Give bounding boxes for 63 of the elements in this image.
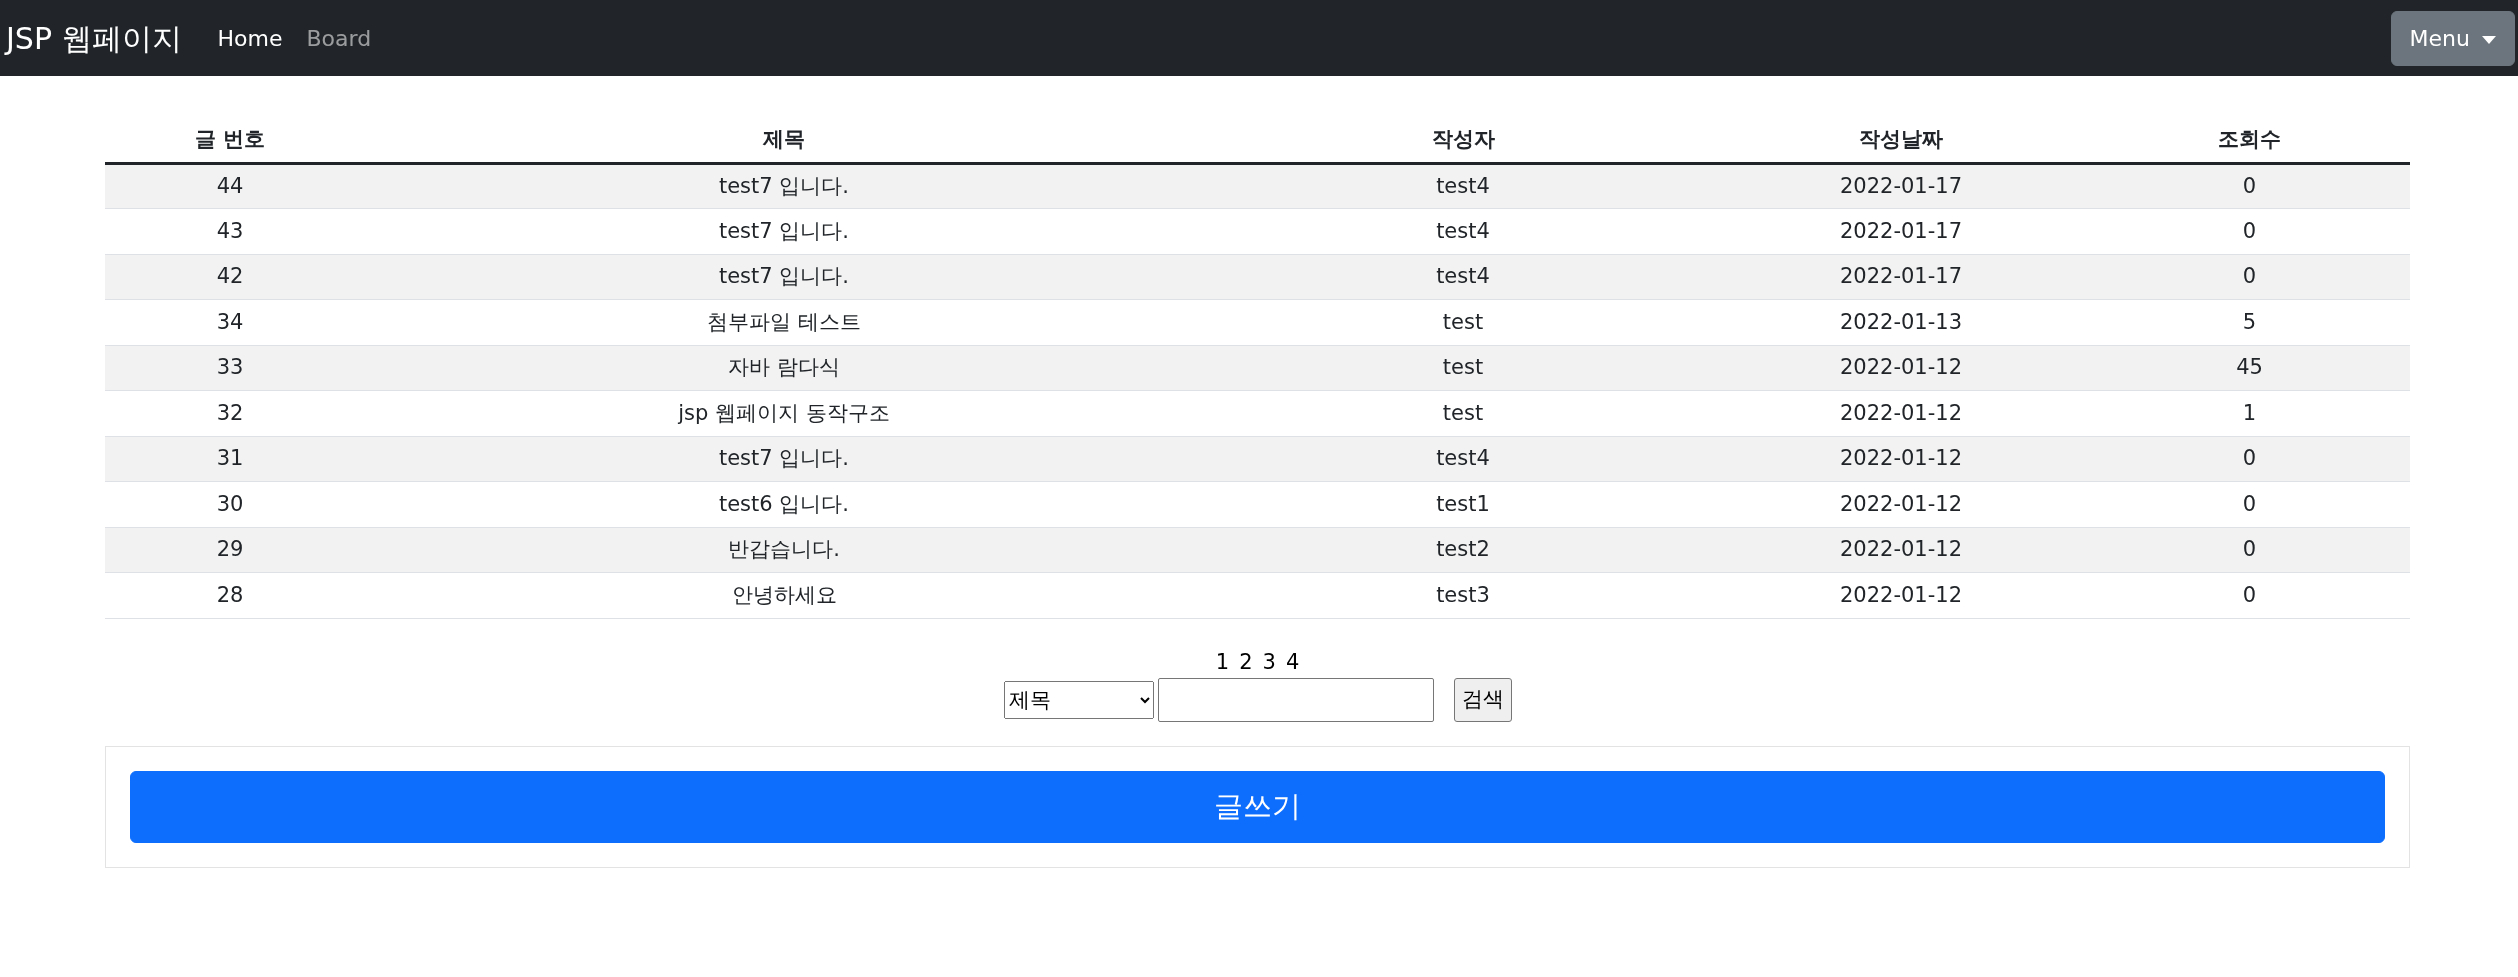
table-cell: 2022-01-17 [1713,254,2089,300]
table-cell: test7 입니다. [355,163,1213,209]
table-cell: test4 [1213,436,1713,482]
table-cell: 42 [105,254,355,300]
table-cell: test7 입니다. [355,254,1213,300]
table-cell: test3 [1213,572,1713,618]
nav-link[interactable]: Board [306,21,372,55]
search-field[interactable] [1157,678,1434,722]
page-link[interactable]: 4 [1285,646,1300,678]
table-cell: 31 [105,436,355,482]
nav-link[interactable]: Home [217,21,283,55]
table-cell: 2022-01-12 [1713,345,2089,391]
table-cell: 0 [2089,254,2410,300]
table-cell: 2022-01-12 [1713,572,2089,618]
table-cell: 28 [105,572,355,618]
table-cell: test4 [1213,208,1713,254]
table-cell: test [1213,390,1713,436]
table-cell: 33 [105,345,355,391]
table-cell: 2022-01-17 [1713,208,2089,254]
table-cell: 0 [2089,527,2410,573]
table-cell: test [1213,345,1713,391]
table-cell: test2 [1213,527,1713,573]
table-cell: 반갑습니다. [355,527,1213,573]
table-cell: test1 [1213,481,1713,527]
table-cell: 2022-01-12 [1713,436,2089,482]
table-cell: test4 [1213,163,1713,209]
table-cell: 첨부파일 테스트 [355,299,1213,345]
table-cell: 0 [2089,572,2410,618]
table-cell: 34 [105,299,355,345]
table-cell: 45 [2089,345,2410,391]
table-cell: 2022-01-12 [1713,390,2089,436]
write-button[interactable]: 글쓰기 [130,771,2385,843]
table-cell: 1 [2089,390,2410,436]
table-cell: 0 [2089,481,2410,527]
table-cell: jsp 웹페이지 동작구조 [355,390,1213,436]
table-cell: test6 입니다. [355,481,1213,527]
caret-icon [2482,35,2496,44]
table-cell: 0 [2089,208,2410,254]
table-cell: 자바 람다식 [355,345,1213,391]
table-cell: 32 [105,390,355,436]
page-link[interactable]: 2 [1239,646,1253,678]
table-cell: 29 [105,527,355,573]
table-cell: 43 [105,208,355,254]
table-cell: 2022-01-17 [1713,163,2089,209]
table-cell: 0 [2089,436,2410,482]
table-cell: 0 [2089,163,2410,209]
brand-link[interactable]: JSP 웹페이지 [6,15,182,61]
table-cell: test [1213,299,1713,345]
table-cell: test4 [1213,254,1713,300]
table-cell: 2022-01-12 [1713,527,2089,573]
page-link[interactable]: 1 [1215,646,1230,678]
table-cell: test7 입니다. [355,208,1213,254]
table-cell: 5 [2089,299,2410,345]
table-cell: 2022-01-13 [1713,299,2089,345]
page-link[interactable]: 3 [1262,646,1276,678]
search-type-select[interactable]: 제목 [1003,681,1154,719]
table-cell: 30 [105,481,355,527]
table-cell: test7 입니다. [355,436,1213,482]
search-button[interactable]: 검색 [1453,678,1512,722]
table-cell: 44 [105,163,355,209]
table-cell: 2022-01-12 [1713,481,2089,527]
table-cell: 안녕하세요 [355,572,1213,618]
menu-dropdown-button[interactable]: Menu [2390,10,2515,66]
